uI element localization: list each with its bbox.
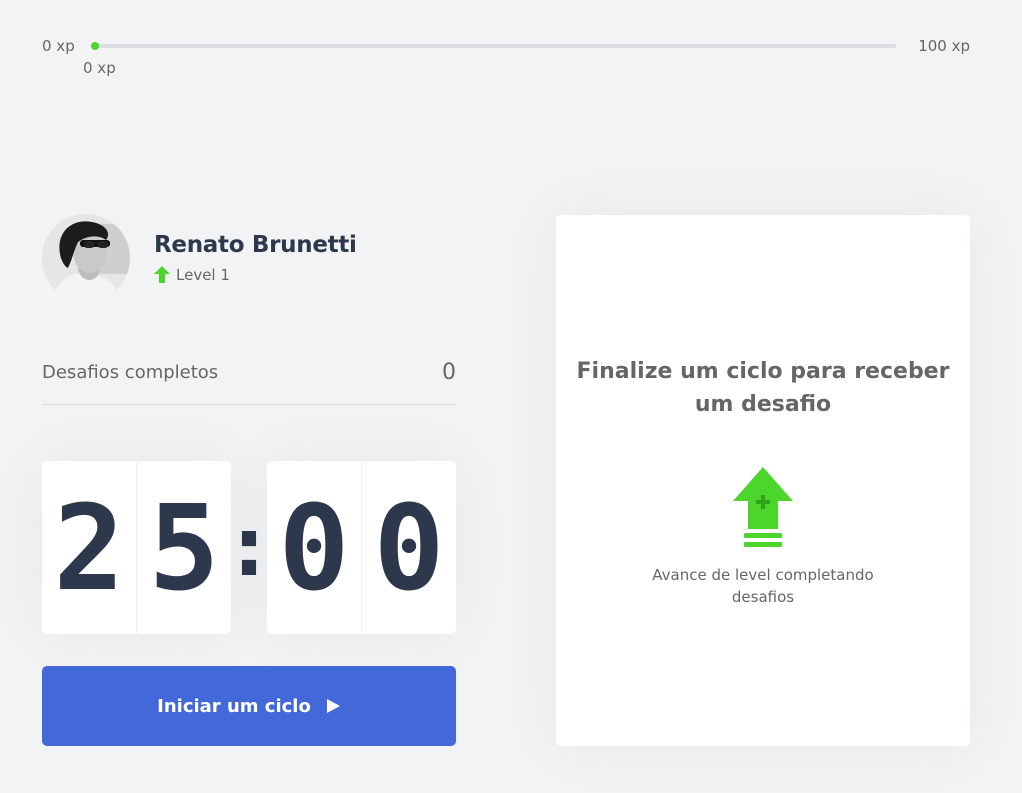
start-cycle-label: Iniciar um ciclo bbox=[157, 695, 311, 717]
level-up-icon bbox=[733, 467, 793, 547]
completed-challenges: Desafios completos 0 bbox=[42, 358, 456, 405]
xp-min-label: 0 xp bbox=[42, 37, 75, 55]
minute-digit-left: 2 bbox=[53, 478, 125, 617]
xp-track bbox=[94, 44, 896, 48]
level-up-arrow-icon bbox=[154, 266, 170, 283]
profile: Renato Brunetti Level 1 bbox=[42, 214, 456, 304]
countdown-timer: 2 5 : 0 0 bbox=[42, 461, 456, 634]
second-digit-left: 0 bbox=[278, 478, 350, 617]
xp-max-label: 100 xp bbox=[918, 37, 970, 55]
xp-current-label: 0 xp bbox=[83, 59, 116, 77]
profile-name: Renato Brunetti bbox=[154, 232, 357, 258]
minute-digit-right: 5 bbox=[136, 461, 231, 634]
challenge-box: Finalize um ciclo para receber um desafi… bbox=[556, 215, 970, 746]
completed-challenges-label: Desafios completos bbox=[42, 362, 219, 383]
challenge-box-title: Finalize um ciclo para receber um desafi… bbox=[576, 359, 950, 417]
countdown-seconds: 0 0 bbox=[267, 461, 456, 634]
profile-level: Level 1 bbox=[154, 266, 230, 284]
completed-challenges-count: 0 bbox=[442, 360, 456, 385]
countdown-separator: : bbox=[233, 501, 265, 594]
start-cycle-button[interactable]: Iniciar um ciclo bbox=[42, 666, 456, 746]
countdown-minutes: 2 5 bbox=[42, 461, 231, 634]
avatar bbox=[42, 214, 130, 302]
challenge-box-hint: Avance de level completando desafios bbox=[652, 566, 874, 606]
play-icon bbox=[326, 699, 340, 713]
xp-progress-marker bbox=[91, 42, 99, 50]
second-digit-right: 0 bbox=[361, 461, 456, 634]
experience-bar: 0 xp 0 xp 100 xp bbox=[42, 36, 970, 77]
profile-level-label: Level 1 bbox=[176, 266, 230, 284]
